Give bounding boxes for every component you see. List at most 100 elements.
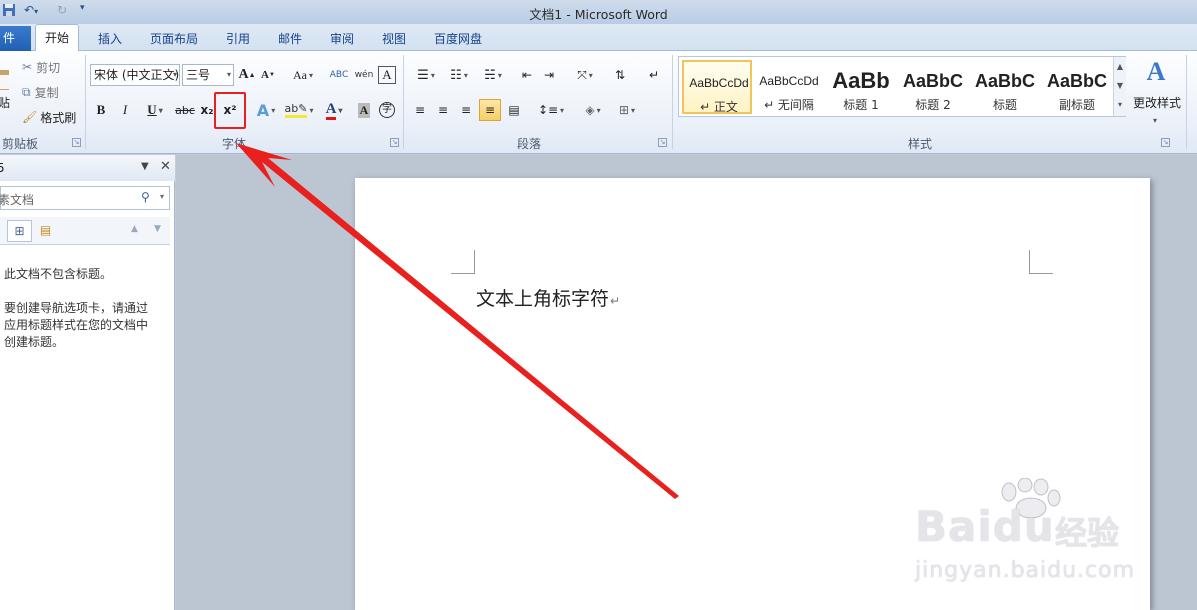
char-shading-button[interactable]: A	[356, 99, 372, 121]
highlighter-icon: ab✎	[284, 102, 308, 118]
chevron-down-icon: ▾	[226, 70, 231, 79]
change-styles-icon[interactable]: A	[1138, 55, 1174, 89]
shrink-font-button[interactable]: A ▼	[260, 64, 276, 86]
underline-button[interactable]: U ▾	[141, 99, 169, 121]
align-right-icon[interactable]: ≡	[456, 99, 476, 121]
bullet-list-icon: ☰	[417, 67, 429, 83]
change-case-button[interactable]: Aa ▾	[288, 64, 318, 86]
phonetic-guide-icon[interactable]: wén	[354, 64, 374, 86]
decrease-indent-icon[interactable]: ⇤	[518, 64, 536, 86]
line-spacing-button[interactable]: ↕≡ ▾	[536, 99, 566, 121]
group-separator	[403, 55, 404, 149]
scissors-icon: ✂	[22, 60, 33, 74]
nav-tabs: ⊞ ▤ ▲ ▼	[0, 217, 170, 245]
enclose-chars-button[interactable]: 字	[378, 99, 396, 121]
tab-home[interactable]: 开始	[35, 24, 80, 52]
search-icon[interactable]: ⚲	[141, 190, 150, 204]
highlight-button[interactable]: ab✎ ▾	[283, 99, 315, 121]
tab-file[interactable]: 件	[0, 26, 31, 51]
close-icon[interactable]: ✕	[160, 159, 171, 174]
distributed-icon[interactable]: ▤	[504, 99, 524, 121]
multilevel-list-button[interactable]: ☵ ▾	[478, 64, 508, 86]
font-group-label: 字体	[221, 137, 246, 151]
font-color-button[interactable]: A ▾	[319, 99, 349, 121]
paragraph-mark: ↵	[610, 294, 621, 308]
borders-icon: ⊞	[618, 103, 630, 117]
nav-title: 5	[0, 161, 5, 175]
superscript-highlight-box	[214, 92, 246, 129]
paint-bucket-icon: ◈	[585, 103, 595, 117]
text-effects-button[interactable]: A ▾	[253, 99, 279, 121]
font-name-combo[interactable]: 宋体 (中文正文) ▾	[90, 64, 180, 86]
tab-mailings[interactable]: 邮件	[278, 29, 302, 49]
format-painter-button[interactable]: 🖌 格式刷	[22, 106, 76, 128]
group-separator	[1186, 55, 1187, 149]
document-text[interactable]: 文本上角标字符↵	[476, 284, 620, 311]
numbered-list-icon: ☷	[450, 67, 462, 83]
style-subtitle[interactable]: AaBbC 副标题	[1042, 60, 1112, 114]
margin-corner-mark	[451, 250, 475, 274]
ribbon-tab-bar: 件 开始 插入 页面布局 引用 邮件 审阅 视图 百度网盘	[0, 24, 1197, 52]
multilevel-list-icon: ☵	[484, 67, 496, 83]
chevron-down-icon[interactable]: ▾	[160, 192, 164, 201]
margin-corner-mark	[1029, 250, 1053, 274]
tab-references[interactable]: 引用	[226, 29, 250, 49]
navigation-pane: 5 ▼ ✕ 素文档 ⚲ ▾ ⊞ ▤ ▲ ▼ 此文档不包含标题。 要创建导航选项卡…	[0, 155, 175, 610]
sort-icon[interactable]: ⇅	[611, 64, 629, 86]
style-heading-2[interactable]: AaBbC 标题 2	[898, 60, 968, 114]
italic-button[interactable]: I	[117, 99, 133, 121]
previous-icon[interactable]: ▲	[131, 224, 138, 234]
copy-icon: ⧉	[22, 84, 31, 99]
char-border-button[interactable]: A	[378, 66, 396, 84]
title-bar: ↶▾ ↻ ▾ 文档1 - Microsoft Word	[0, 0, 1197, 24]
gallery-scroll[interactable]: ▲ ▼ ▾	[1113, 57, 1126, 116]
shading-button[interactable]: ◈ ▾	[578, 99, 608, 121]
chevron-down-icon[interactable]: ▾	[1150, 109, 1160, 131]
align-left-icon[interactable]: ≡	[410, 99, 430, 121]
style-title[interactable]: AaBbC 标题	[970, 60, 1040, 114]
nav-thumbnails-icon[interactable]: ⊞	[7, 220, 32, 242]
cut-button[interactable]: ✂ 剪切	[22, 56, 60, 78]
nav-hint-line: 应用标题样式在您的文档中	[4, 318, 149, 332]
paragraph-launcher-icon[interactable]: ↘	[658, 138, 667, 147]
bullets-button[interactable]: ☰ ▾	[411, 64, 441, 86]
clipboard-group-label: 剪贴板	[1, 137, 38, 151]
numbering-button[interactable]: ☷ ▾	[444, 64, 474, 86]
next-icon[interactable]: ▼	[154, 224, 161, 234]
nav-results-icon[interactable]: ▤	[33, 220, 58, 242]
tab-insert[interactable]: 插入	[98, 29, 122, 49]
nav-menu-icon[interactable]: ▼	[141, 161, 149, 172]
subscript-button[interactable]: x₂	[199, 99, 215, 121]
paste-button[interactable]: 贴	[0, 91, 10, 113]
align-center-icon[interactable]: ≡	[433, 99, 453, 121]
grow-font-button[interactable]: A ▲	[238, 64, 256, 86]
tab-baidu-netdisk[interactable]: 百度网盘	[434, 29, 482, 49]
style-no-spacing[interactable]: AaBbCcDd ↵ 无间隔	[754, 60, 824, 114]
tab-view[interactable]: 视图	[382, 29, 406, 49]
window-title: 文档1 - Microsoft Word	[529, 7, 668, 22]
clipboard-launcher-icon[interactable]: ↘	[72, 138, 81, 147]
borders-button[interactable]: ⊞ ▾	[612, 99, 642, 121]
chinese-layout-button[interactable]: ⤧ ▾	[570, 64, 600, 86]
tab-review[interactable]: 审阅	[330, 29, 354, 49]
nav-empty-message: 此文档不包含标题。	[4, 267, 113, 281]
group-separator	[85, 55, 86, 149]
font-size-combo[interactable]: 三号 ▾	[182, 64, 234, 86]
group-separator	[672, 55, 673, 149]
style-normal[interactable]: AaBbCcDd ↵ 正文	[682, 60, 752, 114]
nav-search-input[interactable]: 素文档 ⚲ ▾	[0, 186, 170, 210]
bold-button[interactable]: B	[93, 99, 109, 121]
font-launcher-icon[interactable]: ↘	[390, 138, 399, 147]
show-marks-icon[interactable]: ↵	[645, 64, 663, 86]
style-heading-1[interactable]: AaBb 标题 1	[826, 60, 896, 114]
increase-indent-icon[interactable]: ⇥	[540, 64, 558, 86]
nav-hint-line: 创建标题。	[4, 335, 65, 349]
clear-format-icon[interactable]: ABC	[330, 64, 348, 86]
styles-launcher-icon[interactable]: ↘	[1161, 138, 1170, 147]
chevron-down-icon: ▾	[172, 70, 177, 79]
copy-button[interactable]: ⧉ 复制	[22, 81, 59, 103]
justify-icon[interactable]: ≡	[479, 99, 501, 121]
tab-page-layout[interactable]: 页面布局	[150, 29, 198, 49]
styles-gallery: AaBbCcDd ↵ 正文 AaBbCcDd ↵ 无间隔 AaBb 标题 1 A…	[678, 56, 1126, 117]
strikethrough-button[interactable]: abc	[174, 99, 196, 121]
